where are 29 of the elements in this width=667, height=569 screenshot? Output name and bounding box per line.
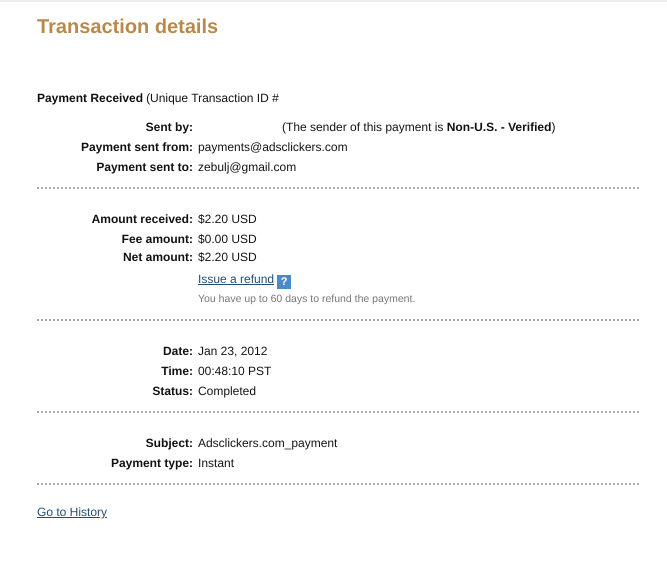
field-label: Date:	[162, 343, 194, 360]
field-label: Payment sent to:	[95, 159, 194, 176]
field-value: $2.20 USD	[198, 249, 257, 265]
payment-status-label: Payment Received	[37, 91, 144, 105]
field-value: (The sender of this payment is Non-U.S. - Verified)	[281, 119, 556, 136]
transaction-id-label: (Unique Transaction ID #	[146, 91, 279, 105]
field-label: Fee amount:	[120, 231, 194, 248]
field-value: payments@adsclickers.com	[198, 139, 348, 156]
field-label: Net amount:	[122, 249, 194, 265]
refund-link[interactable]: Issue a refund	[198, 272, 274, 286]
field-value: Adsclickers.com_payment	[198, 435, 338, 452]
field-value: Jan 23, 2012	[198, 343, 268, 360]
field-value: $0.00 USD	[198, 231, 257, 248]
field-value: $2.20 USD	[198, 211, 257, 228]
help-icon[interactable]: ?	[277, 275, 292, 289]
field-label: Subject:	[144, 435, 194, 452]
field-label: Payment type:	[110, 455, 194, 472]
field-label: Status:	[151, 383, 194, 400]
field-value: 00:48:10 PST	[198, 363, 272, 380]
refund-note: You have up to 60 days to refund the payment.	[198, 292, 416, 307]
field-label: Sent by:	[144, 119, 194, 136]
field-label: Time:	[160, 363, 194, 380]
field-label: Amount received:	[90, 211, 194, 228]
field-value: zebulj@gmail.com	[198, 159, 296, 176]
field-value: Instant	[198, 455, 234, 472]
history-link[interactable]: Go to History	[37, 505, 108, 519]
page-title: Transaction details	[37, 16, 220, 38]
field-value: Completed	[198, 383, 256, 400]
field-label: Payment sent from:	[80, 139, 194, 156]
